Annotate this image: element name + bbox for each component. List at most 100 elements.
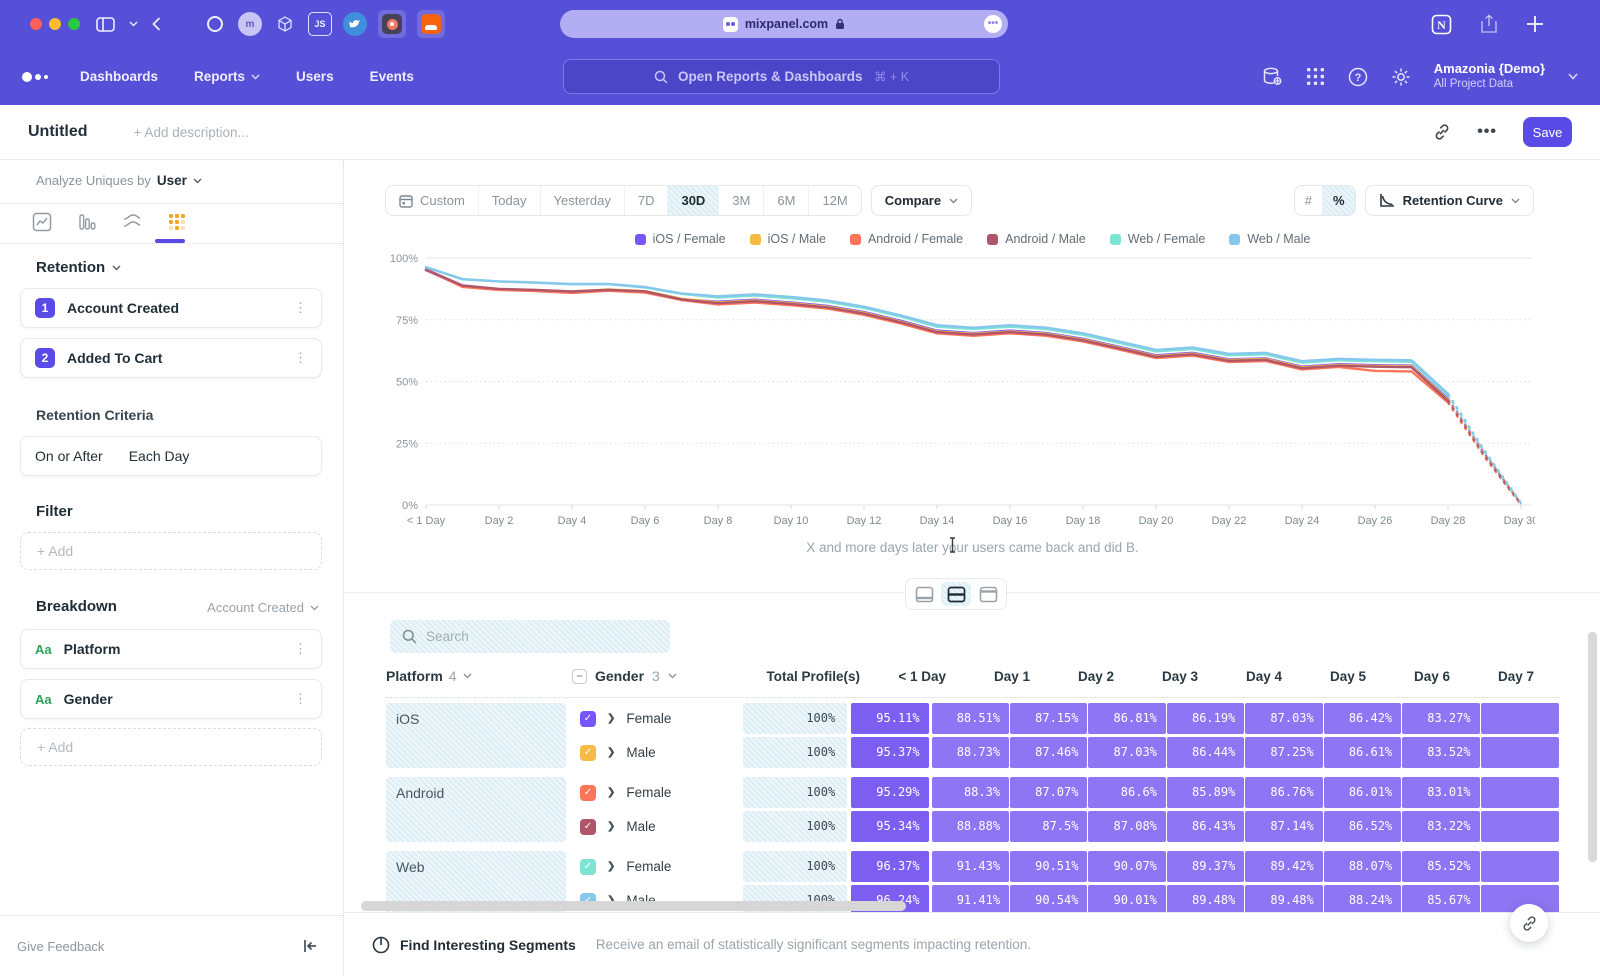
- retention-value-cell[interactable]: 90.01%: [1088, 885, 1165, 912]
- criteria-interval[interactable]: Each Day: [129, 448, 190, 464]
- legend-item[interactable]: Android / Male: [987, 232, 1086, 246]
- avatar-m-icon[interactable]: m: [238, 12, 262, 36]
- range-today[interactable]: Today: [478, 186, 540, 215]
- expand-row-icon[interactable]: ❯: [607, 821, 615, 832]
- retention-value-cell[interactable]: 95.11%: [851, 703, 928, 734]
- platform-column-header[interactable]: Platform4: [386, 668, 572, 684]
- gender-cell[interactable]: ✓ ❯ Female: [572, 777, 743, 808]
- legend-item[interactable]: iOS / Male: [750, 232, 826, 246]
- range-12m[interactable]: 12M: [808, 186, 860, 215]
- new-tab-icon[interactable]: [1526, 15, 1544, 33]
- step-options-icon[interactable]: ⋮: [294, 300, 307, 316]
- chevron-down-icon[interactable]: [129, 21, 138, 27]
- retention-value-cell[interactable]: 83.22%: [1402, 811, 1479, 842]
- day-column-header[interactable]: < 1 Day: [872, 669, 956, 684]
- retention-value-cell[interactable]: 87.03%: [1088, 737, 1165, 768]
- retention-value-cell[interactable]: 87.46%: [1010, 737, 1087, 768]
- retention-step-card[interactable]: 2 Added To Cart ⋮: [20, 338, 322, 378]
- breakdown-scope-dropdown[interactable]: Account Created: [207, 600, 319, 615]
- retention-value-cell[interactable]: 89.37%: [1167, 851, 1244, 882]
- retention-value-cell[interactable]: 86.43%: [1167, 811, 1244, 842]
- retention-value-cell[interactable]: 86.01%: [1324, 777, 1401, 808]
- nav-item-reports[interactable]: Reports: [194, 69, 260, 84]
- expand-row-icon[interactable]: ❯: [607, 861, 615, 872]
- series-checkbox[interactable]: ✓: [580, 859, 596, 875]
- js-badge-icon[interactable]: JS: [308, 12, 332, 36]
- layout-table-focus-icon[interactable]: [973, 582, 1003, 606]
- day-column-header[interactable]: Day 5: [1292, 669, 1376, 684]
- platform-cell[interactable]: iOS: [386, 703, 566, 768]
- give-feedback-link[interactable]: Give Feedback: [17, 939, 104, 954]
- back-icon[interactable]: [152, 17, 161, 31]
- table-search-input[interactable]: [426, 629, 626, 644]
- retention-value-cell-clipped[interactable]: [1481, 777, 1559, 808]
- retention-section-title[interactable]: Retention: [36, 259, 105, 276]
- day-column-header[interactable]: Day 3: [1124, 669, 1208, 684]
- breakdown-card[interactable]: Aa Gender ⋮: [20, 679, 322, 719]
- retention-value-cell[interactable]: 89.48%: [1245, 885, 1322, 912]
- project-switcher[interactable]: Amazonia {Demo} All Project Data: [1434, 61, 1545, 92]
- total-profiles-cell[interactable]: 100%: [743, 777, 847, 808]
- total-profiles-cell[interactable]: 100%: [743, 737, 847, 768]
- expand-row-icon[interactable]: ❯: [607, 747, 615, 758]
- legend-item[interactable]: Android / Female: [850, 232, 963, 246]
- retention-value-cell[interactable]: 95.34%: [851, 811, 928, 842]
- day-column-header[interactable]: Day 7: [1460, 669, 1544, 684]
- criteria-operator[interactable]: On or After: [35, 448, 103, 464]
- retention-value-cell[interactable]: 88.24%: [1324, 885, 1401, 912]
- retention-value-cell[interactable]: 85.67%: [1402, 885, 1479, 912]
- share-link-fab[interactable]: [1510, 904, 1548, 942]
- breakdown-property-label[interactable]: Gender: [64, 691, 113, 707]
- retention-value-cell[interactable]: 90.51%: [1010, 851, 1087, 882]
- breakdown-property-label[interactable]: Platform: [64, 641, 121, 657]
- chevron-down-icon[interactable]: [1568, 73, 1578, 80]
- retention-value-cell[interactable]: 91.43%: [932, 851, 1009, 882]
- range-yesterday[interactable]: Yesterday: [540, 186, 624, 215]
- legend-item[interactable]: Web / Female: [1110, 232, 1206, 246]
- bird-icon[interactable]: [343, 12, 367, 36]
- retention-value-cell[interactable]: 87.14%: [1245, 811, 1322, 842]
- total-profiles-header[interactable]: Total Profile(s): [756, 669, 872, 684]
- legend-item[interactable]: Web / Male: [1229, 232, 1310, 246]
- step-event-label[interactable]: Added To Cart: [67, 350, 162, 366]
- day-column-header[interactable]: Day 4: [1208, 669, 1292, 684]
- retention-value-cell-clipped[interactable]: [1481, 737, 1559, 768]
- breakdown-options-icon[interactable]: ⋮: [294, 691, 307, 707]
- retention-value-cell-clipped[interactable]: [1481, 703, 1559, 734]
- retention-value-cell[interactable]: 86.61%: [1324, 737, 1401, 768]
- retention-value-cell[interactable]: 83.01%: [1402, 777, 1479, 808]
- retention-value-cell[interactable]: 90.07%: [1088, 851, 1165, 882]
- retention-value-cell[interactable]: 83.52%: [1402, 737, 1479, 768]
- series-checkbox[interactable]: ✓: [580, 711, 596, 727]
- gender-cell[interactable]: ✓ ❯ Female: [572, 703, 743, 734]
- add-breakdown-button[interactable]: + Add: [20, 728, 322, 766]
- unit-count-toggle[interactable]: #: [1295, 186, 1322, 215]
- close-window-button[interactable]: [30, 18, 42, 30]
- retention-value-cell[interactable]: 95.37%: [851, 737, 928, 768]
- gender-column-header[interactable]: – Gender3: [572, 668, 756, 684]
- layout-split-icon[interactable]: [941, 582, 971, 606]
- retention-value-cell[interactable]: 88.51%: [932, 703, 1009, 734]
- notion-icon[interactable]: N: [1431, 14, 1452, 35]
- retention-value-cell[interactable]: 90.54%: [1010, 885, 1087, 912]
- browser-sidebar-icon[interactable]: [96, 17, 115, 32]
- range-3m[interactable]: 3M: [718, 186, 763, 215]
- retention-value-cell[interactable]: 86.52%: [1324, 811, 1401, 842]
- more-options-icon[interactable]: •••: [1477, 123, 1497, 141]
- url-options-icon[interactable]: •••: [984, 15, 1002, 33]
- tab-funnels[interactable]: [75, 210, 99, 234]
- day-column-header[interactable]: Day 1: [956, 669, 1040, 684]
- series-checkbox[interactable]: ✓: [580, 819, 596, 835]
- select-all-checkbox[interactable]: –: [572, 669, 587, 684]
- layout-chart-focus-icon[interactable]: [909, 582, 939, 606]
- range-6m[interactable]: 6M: [763, 186, 808, 215]
- retention-value-cell[interactable]: 96.37%: [851, 851, 928, 882]
- retention-value-cell-clipped[interactable]: [1481, 811, 1559, 842]
- target-icon[interactable]: [203, 12, 227, 36]
- share-icon[interactable]: [1480, 14, 1498, 34]
- range-30d[interactable]: 30D: [667, 186, 718, 215]
- retention-value-cell[interactable]: 85.52%: [1402, 851, 1479, 882]
- retention-value-cell[interactable]: 87.03%: [1245, 703, 1322, 734]
- password-manager-icon[interactable]: [378, 10, 406, 38]
- breakdown-options-icon[interactable]: ⋮: [294, 641, 307, 657]
